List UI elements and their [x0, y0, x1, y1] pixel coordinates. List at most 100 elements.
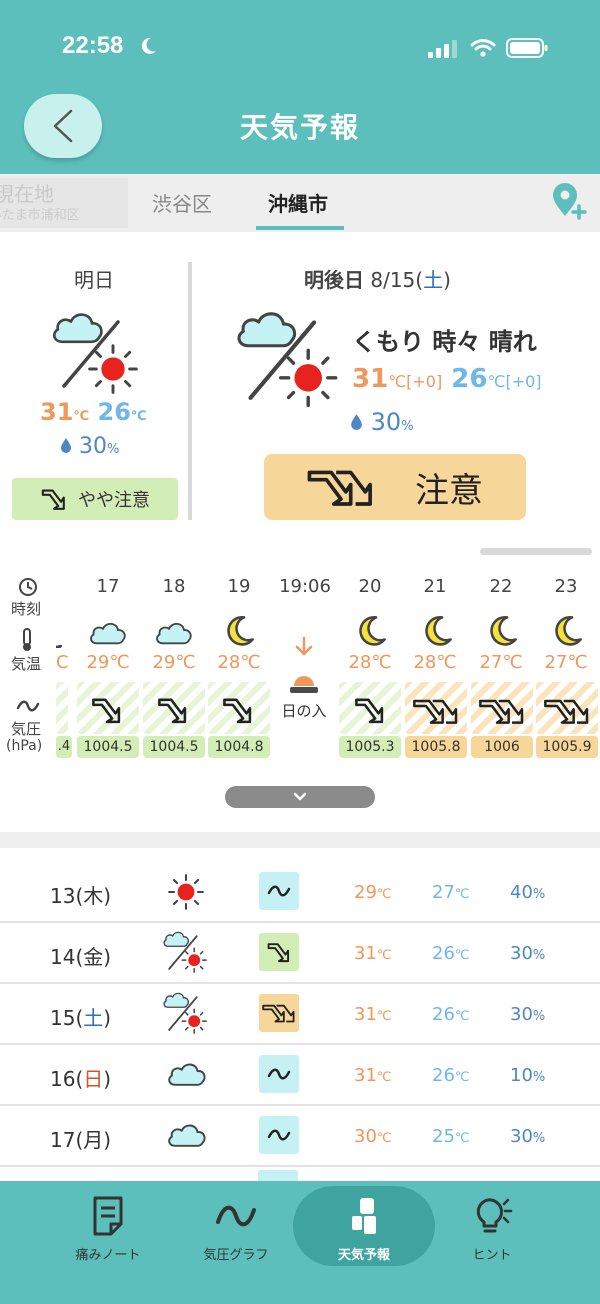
- cloud-icon: [166, 1120, 208, 1148]
- day-label: 14(金): [50, 945, 112, 969]
- wave-icon: [267, 1129, 291, 1141]
- hour-temp: 28℃: [413, 652, 457, 673]
- moon-icon: [141, 37, 156, 54]
- cloudy-sunny-icon: [162, 990, 208, 1036]
- day-label: 13(木): [50, 884, 112, 908]
- hour-pressure: 1004.5: [77, 736, 139, 758]
- hour-temp: 29℃: [152, 652, 196, 673]
- tomorrow-label: 明日: [74, 268, 114, 292]
- cloud-icon: [166, 1059, 208, 1087]
- dayafter-warning-badge: 注意: [264, 454, 526, 520]
- cloudy-sunny-icon: [162, 929, 208, 975]
- cloud-icon: [154, 618, 194, 646]
- daily-row[interactable]: 15(土) 31℃ 26℃ 30%: [0, 984, 600, 1045]
- pressure-unit-label: (hPa): [6, 738, 43, 754]
- day-precip: 30%: [510, 1126, 546, 1147]
- hour-time: 19: [227, 576, 251, 597]
- cloudy-sunny-icon: [234, 306, 340, 412]
- hour-time: 20: [358, 576, 382, 597]
- moon-icon: [485, 614, 519, 648]
- moon-icon: [222, 614, 256, 648]
- pressure-caution-badge: [259, 933, 299, 971]
- day-precip: 30%: [510, 943, 546, 964]
- page-title: 天気予報: [239, 111, 360, 144]
- daily-row[interactable]: 14(金) 31℃ 26℃ 30%: [0, 923, 600, 984]
- nav-hint[interactable]: ヒント: [422, 1196, 562, 1263]
- day-low: 26℃: [432, 1065, 470, 1086]
- hour-pressure: 1004.5: [143, 736, 205, 758]
- wave-icon: [16, 700, 40, 712]
- nav-label: 痛みノート: [75, 1248, 141, 1263]
- hour-temp: 28℃: [217, 652, 261, 673]
- tab-current-location[interactable]: 現在地 さいたま市浦和区: [0, 178, 128, 228]
- hour-time: 23: [554, 576, 578, 597]
- hour-temp: 28℃: [348, 652, 392, 673]
- nav-pressure-graph[interactable]: 気圧グラフ: [166, 1196, 306, 1263]
- tab-active-indicator: [256, 226, 344, 230]
- dayafter-precip: 30%: [350, 408, 414, 436]
- cloudy-sunny-icon: [50, 308, 140, 398]
- pressure-arrow-icon: [156, 694, 190, 726]
- daily-row[interactable]: 17(月) 30℃ 25℃ 30%: [0, 1106, 600, 1167]
- tomorrow-warning-badge: やや注意: [12, 478, 178, 520]
- nav-label: 天気予報: [337, 1248, 390, 1263]
- hour-pressure: 1005.8: [405, 736, 467, 758]
- cloud-icon: [88, 618, 128, 646]
- pressure-arrow-icon: [40, 486, 68, 512]
- hour-pressure: 1005.3: [339, 736, 401, 758]
- hourly-pressure-partial: .4: [56, 736, 72, 758]
- pressure-normal-badge: [259, 1116, 299, 1154]
- day-high: 31℃: [354, 1065, 392, 1086]
- down-arrow-icon: [295, 636, 313, 656]
- clock-icon: [19, 578, 37, 596]
- moon-icon: [550, 614, 584, 648]
- pressure-double-arrow-icon: [412, 696, 460, 726]
- tab-shibuya[interactable]: 渋谷区: [152, 188, 212, 217]
- hour-pressure: 1004.8: [208, 736, 270, 758]
- nav-weather-forecast[interactable]: 天気予報: [294, 1196, 434, 1263]
- signal-icon: [428, 40, 457, 58]
- day-label: 17(月): [50, 1128, 112, 1152]
- tab-okinawa[interactable]: 沖縄市: [268, 188, 328, 217]
- hour-time: 17: [96, 576, 120, 597]
- day-precip: 30%: [510, 1004, 546, 1025]
- hour-pressure: 1005.9: [536, 736, 598, 758]
- day-label: 16(日): [50, 1067, 112, 1091]
- sun-icon: [168, 874, 204, 910]
- day-high: 31℃: [354, 943, 392, 964]
- tomorrow-temps: 31℃ 26℃: [40, 398, 147, 426]
- nav-label: 気圧グラフ: [203, 1248, 269, 1263]
- expand-hourly-button[interactable]: [225, 786, 375, 808]
- pressure-double-arrow-icon: [543, 696, 591, 726]
- sunset-label: 日の入: [281, 702, 327, 720]
- pressure-warning-badge: [259, 994, 299, 1032]
- dayafter-description: くもり 時々 晴れ: [352, 328, 537, 356]
- daily-row[interactable]: 13(木) 29℃ 27℃ 40%: [0, 862, 600, 923]
- hour-temp: 29℃: [86, 652, 130, 673]
- hourly-temp-partial: C: [56, 652, 69, 673]
- add-location-icon[interactable]: [550, 182, 588, 220]
- nav-pain-notes[interactable]: 痛みノート: [38, 1196, 178, 1263]
- moon-icon: [56, 622, 64, 648]
- hour-time: 21: [423, 576, 447, 597]
- day-high: 31℃: [354, 1004, 392, 1025]
- day-label: 15(土): [50, 1006, 112, 1030]
- wave-icon: [267, 885, 291, 897]
- moon-icon: [354, 614, 388, 648]
- pressure-double-arrow-icon: [307, 465, 375, 509]
- sunset-icon: [290, 676, 318, 693]
- daily-row[interactable]: 16(日) 31℃ 26℃ 10%: [0, 1045, 600, 1106]
- hour-temp: 27℃: [544, 652, 588, 673]
- day-low: 26℃: [432, 1004, 470, 1025]
- horizontal-scroll-indicator[interactable]: [480, 548, 592, 555]
- time-row-label: 時刻: [11, 600, 42, 618]
- card-divider: [188, 262, 192, 520]
- thermometer-icon: [23, 628, 31, 651]
- hour-time: 22: [489, 576, 513, 597]
- wave-icon: [216, 1205, 256, 1227]
- pressure-arrow-icon: [221, 694, 255, 726]
- battery-icon: [506, 38, 548, 58]
- day-high: 30℃: [354, 1126, 392, 1147]
- day-low: 26℃: [432, 943, 470, 964]
- day-precip: 10%: [510, 1065, 546, 1086]
